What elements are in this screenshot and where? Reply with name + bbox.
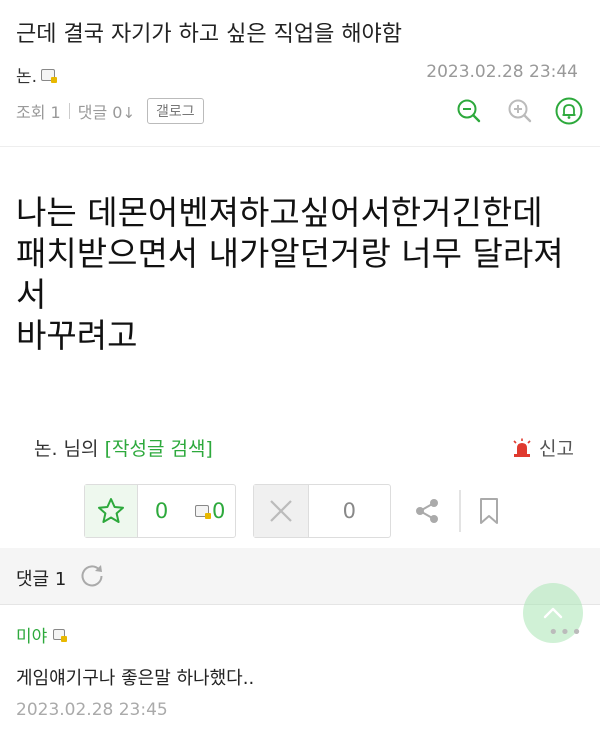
fixed-user-badge-icon — [194, 505, 211, 519]
gallog-button[interactable]: 갤로그 — [147, 98, 204, 124]
author-posts-search: 논. 님의 [작성글 검색] — [34, 434, 213, 461]
post-author[interactable]: 논. — [16, 62, 58, 87]
zoom-in-icon — [508, 99, 532, 123]
author-name: 논. — [16, 67, 38, 87]
post-date: 2023.02.28 23:44 — [426, 62, 578, 82]
bell-icon — [555, 97, 583, 125]
comment-text: 게임얘기구나 좋은말 하나했다.. — [16, 668, 255, 689]
notification-button[interactable] — [552, 94, 586, 128]
comments-title: 댓글 1 — [16, 569, 67, 590]
fixed-user-badge-icon — [41, 68, 58, 83]
upvote-group: 0 0 — [84, 484, 236, 538]
fixed-upvote-count: 0 — [211, 499, 226, 523]
body-line: 바꾸려고 — [16, 316, 138, 355]
post-body: 나는 데몬어벤져하고싶어서한거긴한데 패치받으면서 내가알던거랑 너무 달라져 … — [16, 192, 588, 356]
share-button[interactable] — [410, 494, 444, 528]
arrow-down-icon: ↓ — [122, 104, 136, 122]
divider — [68, 103, 70, 119]
author-suffix: 논. 님의 — [34, 438, 99, 460]
report-label: 신고 — [539, 438, 574, 460]
upvote-count: 0 — [154, 499, 169, 523]
downvote-group: 0 — [253, 484, 391, 538]
body-line: 패치받으면서 내가알던거랑 너무 달라져 — [16, 234, 564, 273]
upvote-count-cell: 0 — [138, 485, 186, 537]
post-meta: 조회 1 댓글 0↓ 갤로그 — [16, 98, 204, 124]
x-icon — [270, 500, 292, 522]
siren-icon — [513, 438, 531, 457]
comment-date: 2023.02.28 23:45 — [16, 700, 168, 720]
comment-author[interactable]: 미야 — [16, 622, 68, 647]
view-count: 조회 1 — [16, 103, 61, 122]
downvote-count: 0 — [342, 499, 356, 523]
more-options-icon[interactable]: ••• — [548, 622, 583, 643]
zoom-out-icon — [457, 99, 481, 123]
body-line: 나는 데몬어벤져하고싶어서한거긴한데 — [16, 193, 543, 232]
share-icon — [416, 499, 438, 523]
refresh-icon — [81, 565, 103, 587]
user-badge-icon — [53, 629, 68, 642]
comment-author-name: 미야 — [16, 627, 48, 647]
report-button[interactable]: 신고 — [511, 434, 574, 461]
divider — [0, 146, 600, 147]
refresh-comments-button[interactable] — [78, 562, 106, 594]
body-line: 서 — [16, 275, 47, 314]
star-icon — [97, 498, 124, 523]
zoom-in-button[interactable] — [503, 94, 537, 128]
divider — [0, 604, 600, 605]
zoom-out-button[interactable] — [452, 94, 486, 128]
post-title: 근데 결국 자기가 하고 싶은 직업을 해야함 — [16, 22, 403, 47]
divider — [459, 490, 461, 532]
bookmark-icon — [480, 498, 498, 524]
fixed-upvote-cell: 0 — [185, 485, 235, 537]
comment-count-link[interactable]: 댓글 0↓ — [78, 99, 135, 123]
comment-count: 댓글 0 — [77, 103, 123, 122]
downvote-button[interactable] — [254, 485, 309, 537]
upvote-button[interactable] — [85, 485, 138, 537]
downvote-count-cell: 0 — [309, 485, 390, 537]
bookmark-button[interactable] — [474, 494, 504, 528]
author-search-link[interactable]: [작성글 검색] — [105, 438, 213, 460]
